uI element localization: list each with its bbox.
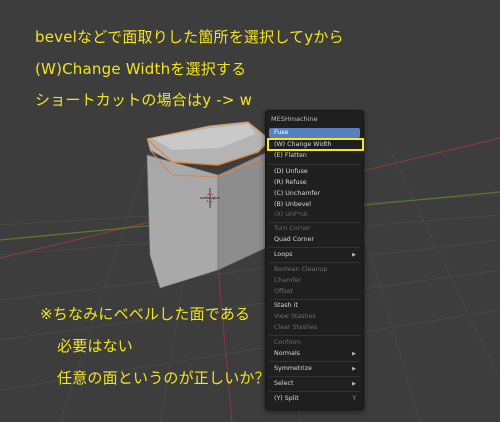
menu-item-flatten-label: (E) Flatten <box>274 152 307 159</box>
menu-separator <box>269 247 360 248</box>
shortcut-key: Y <box>352 395 356 402</box>
menu-item-view-stashes-label: View Stashes <box>274 313 316 320</box>
menu-item-refuse-label: (R) Refuse <box>274 179 307 186</box>
meshmachine-menu[interactable]: MESHmachine Fuse (W) Change Width (E) Fl… <box>265 110 364 410</box>
menu-item-offset[interactable]: Offset <box>269 287 360 297</box>
menu-item-turn-corner[interactable]: Turn Corner <box>269 224 360 234</box>
cube-front-face <box>146 154 219 289</box>
menu-item-view-stashes[interactable]: View Stashes <box>269 312 360 322</box>
submenu-arrow-icon: ▶ <box>352 381 356 387</box>
menu-item-normals[interactable]: Normals ▶ <box>269 349 360 359</box>
menu-item-select-label: Select <box>274 380 294 387</box>
menu-item-loops-label: Loops <box>274 251 293 258</box>
menu-item-quad-corner[interactable]: Quad Corner <box>269 235 360 245</box>
menu-item-unchamfer-label: (C) Unchamfer <box>274 190 321 197</box>
menu-item-unbevel-label: (B) Unbevel <box>274 201 312 208</box>
menu-item-conform-label: Conform <box>274 339 301 346</box>
menu-item-unfuse[interactable]: (D) Unfuse <box>269 167 360 177</box>
annotation-line-1: bevelなどで面取りした箇所を選択してyから <box>35 28 344 46</box>
submenu-arrow-icon: ▶ <box>352 252 356 258</box>
menu-item-unfuse-label: (D) Unfuse <box>274 168 308 175</box>
menu-item-split-label: (Y) Split <box>274 395 299 402</box>
menu-item-stash-it-label: Stash it <box>274 302 298 309</box>
menu-item-split[interactable]: (Y) Split Y <box>269 394 360 404</box>
menu-item-boolean-cleanup[interactable]: Boolean Cleanup <box>269 265 360 275</box>
annotation-note-1: ※ちなみにベベルした面である <box>40 305 251 323</box>
menu-separator <box>269 376 360 377</box>
menu-separator <box>269 222 360 223</box>
menu-separator <box>269 299 360 300</box>
menu-item-offset-label: Offset <box>274 288 293 295</box>
annotation-line-2: (W)Change Widthを選択する <box>35 60 247 78</box>
annotation-note-2: 必要はない <box>57 337 134 355</box>
menu-separator <box>269 164 360 165</box>
menu-item-chamfer-label: Chamfer <box>274 277 302 284</box>
menu-item-refuse[interactable]: (R) Refuse <box>269 178 360 188</box>
menu-separator <box>269 391 360 392</box>
menu-item-unfuck[interactable]: (X) UnF*ck <box>269 210 360 220</box>
menu-separator <box>269 361 360 362</box>
menu-item-stash-it[interactable]: Stash it <box>269 301 360 311</box>
menu-item-quad-corner-label: Quad Corner <box>274 236 314 243</box>
menu-item-normals-label: Normals <box>274 350 301 357</box>
menu-item-unchamfer[interactable]: (C) Unchamfer <box>269 189 360 199</box>
menu-title: MESHmachine <box>271 115 318 123</box>
menu-item-boolean-cleanup-label: Boolean Cleanup <box>274 266 328 273</box>
submenu-arrow-icon: ▶ <box>352 351 356 357</box>
menu-item-clear-stashes-label: Clear Stashes <box>274 324 318 331</box>
annotation-line-3: ショートカットの場合はy -> w <box>35 91 253 109</box>
menu-separator <box>269 262 360 263</box>
menu-item-loops[interactable]: Loops ▶ <box>269 250 360 260</box>
menu-item-symmetrize[interactable]: Symmetrize ▶ <box>269 364 360 374</box>
menu-item-unbevel[interactable]: (B) Unbevel <box>269 200 360 210</box>
menu-item-fuse-label: Fuse <box>274 129 289 136</box>
menu-item-flatten[interactable]: (E) Flatten <box>269 151 360 161</box>
menu-item-select[interactable]: Select ▶ <box>269 379 360 389</box>
menu-item-chamfer[interactable]: Chamfer <box>269 276 360 286</box>
highlight-box <box>267 138 364 151</box>
menu-item-unfuck-label: (X) UnF*ck <box>274 211 308 218</box>
menu-item-symmetrize-label: Symmetrize <box>274 365 312 372</box>
menu-item-clear-stashes[interactable]: Clear Stashes <box>269 323 360 333</box>
menu-item-fuse[interactable]: Fuse <box>269 128 360 138</box>
menu-item-turn-corner-label: Turn Corner <box>274 225 311 232</box>
submenu-arrow-icon: ▶ <box>352 366 356 372</box>
annotation-note-3: 任意の面というのが正しいか？ <box>57 369 270 387</box>
menu-separator <box>269 335 360 336</box>
menu-item-conform[interactable]: Conform <box>269 338 360 348</box>
